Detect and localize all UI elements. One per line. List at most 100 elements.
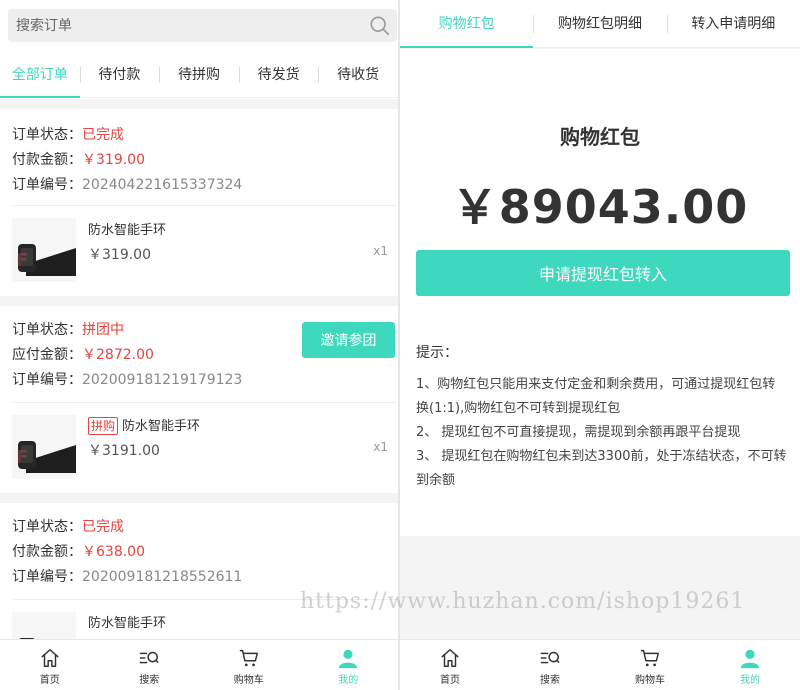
order-status-line: 订单状态：已完成	[12, 516, 124, 536]
wallet-main: 购物红包 ￥89043.00 申请提现红包转入 提示： 1、购物红包只能用来支付…	[400, 49, 800, 536]
product-price: ￥319.00	[88, 247, 151, 263]
label: 应付金额：	[12, 347, 82, 363]
search-bar	[8, 9, 397, 42]
svg-text:F: F	[16, 250, 28, 271]
product-quantity: x1	[373, 244, 388, 258]
nav-search[interactable]: 搜索	[100, 640, 200, 690]
tab-all-orders[interactable]: 全部订单	[0, 58, 80, 98]
user-icon	[740, 649, 760, 669]
tab-redpacket-details[interactable]: 购物红包明细	[533, 0, 666, 47]
section-gap	[0, 99, 398, 109]
invite-group-button[interactable]: 邀请参团	[302, 322, 395, 358]
tab-shopping-redpacket[interactable]: 购物红包	[400, 0, 534, 48]
nav-cart-label: 购物车	[635, 675, 665, 686]
product-name[interactable]: 防水智能手环	[88, 219, 166, 238]
label: 订单编号：	[12, 177, 82, 193]
label: 订单状态：	[12, 322, 82, 338]
tips-list: 1、购物红包只能用来支付定金和剩余费用，可通过提现红包转换(1:1),购物红包不…	[416, 373, 788, 493]
product-name-line[interactable]: 拼购 防水智能手环	[88, 415, 200, 435]
nav-me-label: 我的	[740, 675, 760, 686]
nav-me-label: 我的	[338, 675, 359, 686]
label: 订单编号：	[12, 569, 82, 585]
label: 订单状态：	[12, 127, 82, 143]
divider	[12, 205, 398, 206]
search-list-icon	[540, 651, 560, 664]
cart-icon	[239, 649, 258, 667]
tips-title: 提示：	[416, 345, 458, 361]
tip-item: 3、 提现红包在购物红包未到达3300前，处于冻结状态，不可转到余额	[416, 449, 787, 488]
tab-transfer-details[interactable]: 转入申请明细	[666, 0, 800, 47]
tip-item: 1、购物红包只能用来支付定金和剩余费用，可通过提现红包转换(1:1),购物红包不…	[416, 377, 776, 416]
label: 付款金额：	[12, 152, 82, 168]
product-quantity: x1	[373, 440, 388, 454]
order-status: 拼团中	[82, 322, 124, 338]
order-status-line: 订单状态：已完成	[12, 124, 124, 144]
order-number: 202404221615337324	[82, 177, 243, 193]
product-name[interactable]: 防水智能手环	[88, 612, 166, 631]
nav-search[interactable]: 搜索	[500, 640, 600, 690]
order-number-line: 订单编号：202404221615337324	[12, 174, 242, 194]
nav-cart-label: 购物车	[233, 675, 264, 686]
apply-transfer-button[interactable]: 申请提现红包转入	[416, 250, 790, 296]
order-status-line: 订单状态：拼团中	[12, 319, 124, 339]
section-gap	[0, 493, 398, 503]
search-input[interactable]	[8, 9, 348, 42]
nav-cart[interactable]: 购物车	[600, 640, 700, 690]
order-amount-line: 应付金额：￥2872.00	[12, 344, 154, 364]
order-number-line: 订单编号：202009181218552611	[12, 566, 242, 586]
cart-icon	[640, 649, 659, 667]
product-name: 防水智能手环	[122, 419, 201, 434]
order-status: 已完成	[82, 519, 124, 535]
order-amount: ￥319.00	[82, 152, 145, 168]
order-card[interactable]: 订单状态：拼团中 应付金额：￥2872.00 订单编号：202009181219…	[0, 306, 398, 493]
order-amount-line: 付款金额：￥319.00	[12, 149, 145, 169]
order-amount: ￥638.00	[82, 544, 145, 560]
bottom-nav: 首页 搜索 购物车 我的	[0, 639, 398, 690]
divider	[12, 402, 398, 403]
nav-me[interactable]: 我的	[299, 640, 399, 690]
nav-search-label: 搜索	[139, 675, 160, 686]
wallet-title: 购物红包	[560, 125, 640, 149]
group-buy-tag: 拼购	[88, 417, 119, 435]
tab-pending-shipment[interactable]: 待发货	[238, 58, 319, 97]
label: 订单编号：	[12, 372, 82, 388]
order-amount-line: 付款金额：￥638.00	[12, 541, 145, 561]
label: 订单状态：	[12, 519, 82, 535]
tab-pending-receipt[interactable]: 待收货	[318, 58, 398, 97]
orders-panel: 全部订单 待付款 待拼购 待发货 待收货 订单状态：已完成 付款金额：￥319.…	[0, 0, 398, 690]
product-thumbnail[interactable]: F	[12, 218, 76, 282]
search-icon[interactable]	[369, 15, 391, 37]
order-card[interactable]: 订单状态：已完成 付款金额：￥319.00 订单编号：2024042216153…	[0, 109, 398, 296]
nav-me[interactable]: 我的	[700, 640, 800, 690]
section-gap	[0, 296, 398, 306]
nav-home-label: 首页	[440, 675, 460, 686]
label: 付款金额：	[12, 544, 82, 560]
tip-item: 2、 提现红包不可直接提现，需提现到余额再跟平台提现	[416, 425, 741, 440]
order-number-line: 订单编号：202009181219179123	[12, 369, 242, 389]
nav-home[interactable]: 首页	[0, 640, 100, 690]
wallet-balance: ￥89043.00	[451, 180, 749, 234]
product-price: ￥3191.00	[88, 443, 160, 459]
nav-search-label: 搜索	[540, 675, 560, 686]
watermark: https://www.huzhan.com/ishop19261	[300, 589, 746, 614]
order-tabs: 全部订单 待付款 待拼购 待发货 待收货	[0, 58, 398, 98]
smart-band-image: F	[12, 415, 76, 479]
order-number: 202009181219179123	[82, 372, 243, 388]
nav-home[interactable]: 首页	[400, 640, 500, 690]
search-list-icon	[140, 651, 159, 664]
nav-cart[interactable]: 购物车	[199, 640, 299, 690]
user-icon	[339, 649, 358, 669]
bottom-nav: 首页 搜索 购物车 我的	[400, 639, 800, 690]
order-status: 已完成	[82, 127, 124, 143]
smart-band-image: F	[12, 218, 76, 282]
product-thumbnail[interactable]: F	[12, 415, 76, 479]
wallet-panel: 购物红包 购物红包明细 转入申请明细 购物红包 ￥89043.00 申请提现红包…	[400, 0, 800, 690]
home-icon	[441, 649, 459, 667]
wallet-tabs: 购物红包 购物红包明细 转入申请明细	[400, 0, 800, 48]
svg-text:F: F	[16, 447, 28, 468]
order-amount: ￥2872.00	[82, 347, 154, 363]
tab-pending-group[interactable]: 待拼购	[159, 58, 239, 97]
tab-pending-payment[interactable]: 待付款	[79, 58, 160, 97]
order-number: 202009181218552611	[82, 569, 243, 585]
home-icon	[41, 649, 59, 667]
